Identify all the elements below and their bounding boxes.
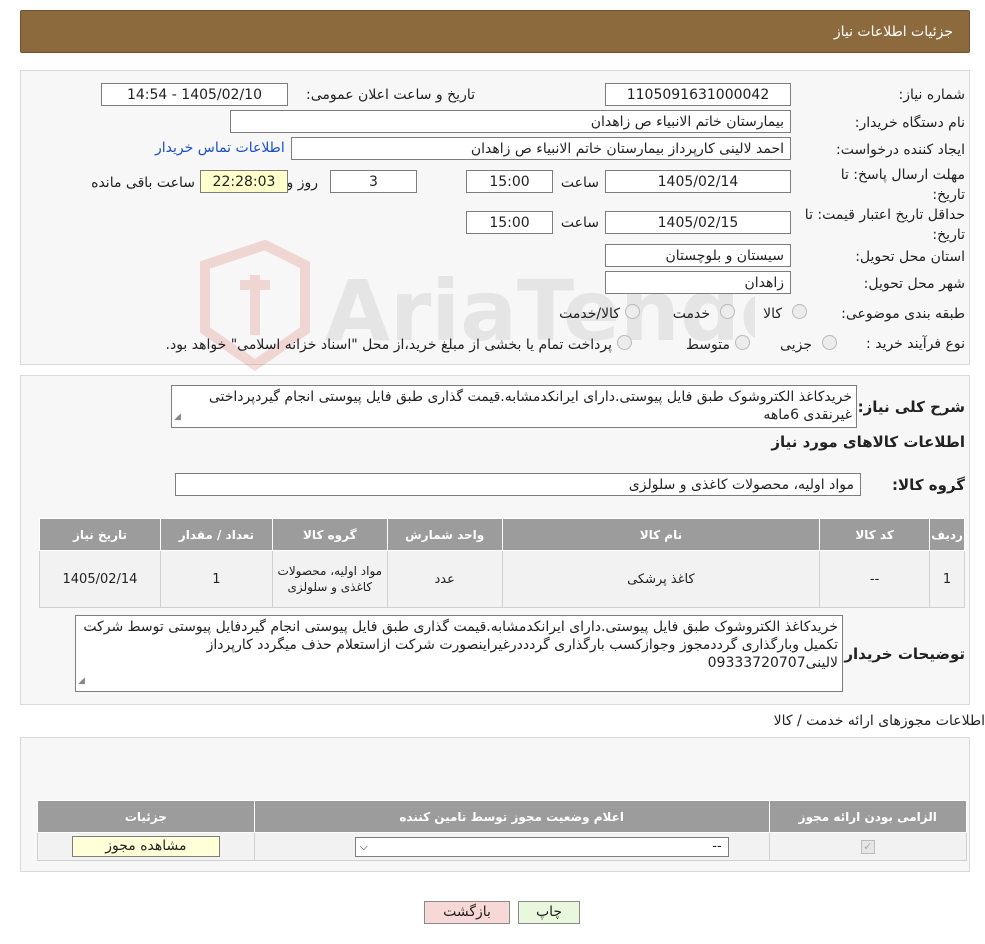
purchase-minor-radio[interactable] <box>822 335 837 350</box>
cell-qty: 1 <box>159 550 273 608</box>
remaining-label: ساعت باقی مانده <box>91 175 195 191</box>
need-number-label: شماره نیاز: <box>898 87 966 103</box>
deadline-label: مهلت ارسال پاسخ: تا تاریخ: <box>840 167 965 203</box>
goods-group-field: مواد اولیه، محصولات کاغذی و سلولزی <box>175 473 861 496</box>
cell-date: 1405/02/14 <box>39 550 161 608</box>
buyer-org-field: بیمارستان خاتم الانبیاء ص زاهدان <box>230 110 791 133</box>
col-group: گروه کالا <box>271 518 388 551</box>
deadline-date-field: 1405/02/14 <box>605 170 791 193</box>
cell-group: مواد اولیه، محصولات کاغذی و سلولزی <box>271 550 388 608</box>
announce-datetime-field: 1405/02/10 - 14:54 <box>101 83 288 106</box>
validity-time-field: 15:00 <box>466 211 553 234</box>
cell-status: -- ⌵ <box>253 832 770 861</box>
col-unit: واحد شمارش <box>386 518 503 551</box>
category-goods-label: کالا <box>763 306 782 322</box>
validity-date-field: 1405/02/15 <box>605 211 791 234</box>
purchase-treasury-radio[interactable] <box>617 335 632 350</box>
col-name: نام کالا <box>501 518 821 551</box>
table-row: ✓ -- ⌵ مشاهده مجوز <box>37 832 968 861</box>
view-permit-button[interactable]: مشاهده مجوز <box>71 836 220 857</box>
print-button[interactable]: چاپ <box>518 901 580 924</box>
category-goods-service-label: کالا/خدمت <box>559 306 620 322</box>
description-text: خریدکاغذ الکتروشوک طبق فایل پیوستی.دارای… <box>171 385 857 428</box>
col-code: کد کالا <box>819 518 931 551</box>
cell-unit: عدد <box>386 550 503 608</box>
deadline-time-field: 15:00 <box>466 170 553 193</box>
remaining-time-field: 22:28:03 <box>200 170 288 193</box>
col-date: تاریخ نیاز <box>39 518 161 551</box>
permits-table-header: الزامی بودن ارائه مجوز اعلام وضعیت مجوز … <box>37 800 968 833</box>
remaining-days-field: 3 <box>330 170 417 193</box>
validity-time-label: ساعت <box>560 215 599 231</box>
requester-field: احمد لالینی کارپرداز بیمارستان خاتم الان… <box>291 137 791 160</box>
chevron-down-icon: ⌵ <box>359 839 368 853</box>
permits-table: الزامی بودن ارائه مجوز اعلام وضعیت مجوز … <box>37 800 968 861</box>
buyer-notes-text: خریدکاغذ الکتروشوک طبق فایل پیوستی.دارای… <box>75 615 843 692</box>
resize-handle-icon[interactable]: ◢ <box>174 408 181 426</box>
purchase-type-label: نوع فرآیند خرید : <box>866 336 965 352</box>
buyer-notes-content: خریدکاغذ الکتروشوک طبق فایل پیوستی.دارای… <box>83 619 838 671</box>
purchase-medium-radio[interactable] <box>735 335 750 350</box>
category-label: طبقه بندی موضوعی: <box>841 306 965 322</box>
validity-label: حداقل تاریخ اعتبار قیمت: تا تاریخ: <box>804 207 965 243</box>
cell-code: -- <box>819 550 931 608</box>
description-label: شرح کلی نیاز: <box>857 398 965 416</box>
cell-row: 1 <box>929 550 965 608</box>
goods-info-title: اطلاعات کالاهای مورد نیاز <box>771 433 965 451</box>
col-required: الزامی بودن ارائه مجوز <box>768 800 968 833</box>
days-label: روز و <box>286 175 319 191</box>
buyer-contact-link[interactable]: اطلاعات تماس خریدار <box>155 140 285 156</box>
description-text-content: خریدکاغذ الکتروشوک طبق فایل پیوستی.دارای… <box>208 389 852 423</box>
col-row: ردیف <box>929 518 965 551</box>
resize-handle-icon[interactable]: ◢ <box>78 672 85 690</box>
table-row: 1 -- کاغذ پرشکی عدد مواد اولیه، محصولات … <box>39 550 965 608</box>
purchase-minor-label: جزیی <box>780 337 812 353</box>
page-header: جزئیات اطلاعات نیاز <box>20 10 970 53</box>
back-button[interactable]: بازگشت <box>424 901 510 924</box>
purchase-note: پرداخت تمام یا بخشی از مبلغ خرید،از محل … <box>165 337 612 353</box>
province-label: استان محل تحویل: <box>855 249 965 265</box>
city-field: زاهدان <box>605 271 791 294</box>
cell-details: مشاهده مجوز <box>37 832 255 861</box>
cell-name: کاغذ پرشکی <box>501 550 821 608</box>
col-details: جزئیات <box>37 800 255 833</box>
required-checkbox[interactable]: ✓ <box>860 840 875 854</box>
category-service-label: خدمت <box>672 306 710 322</box>
col-qty: تعداد / مقدار <box>159 518 273 551</box>
need-number-field: 1105091631000042 <box>605 83 791 106</box>
goods-table-header: ردیف کد کالا نام کالا واحد شمارش گروه کا… <box>39 518 965 551</box>
purchase-medium-label: متوسط <box>686 337 730 353</box>
permits-title: اطلاعات مجوزهای ارائه خدمت / کالا <box>773 713 985 729</box>
category-service-radio[interactable] <box>720 304 735 319</box>
cell-required: ✓ <box>768 832 968 861</box>
announce-label: تاریخ و ساعت اعلان عمومی: <box>306 87 475 103</box>
province-field: سیستان و بلوچستان <box>605 244 791 267</box>
category-goods-radio[interactable] <box>792 304 807 319</box>
goods-group-label: گروه کالا: <box>892 476 965 494</box>
buyer-notes-label: توضیحات خریدار: <box>838 645 965 663</box>
col-status: اعلام وضعیت مجوز توسط تامین کننده <box>253 800 770 833</box>
page-title: جزئیات اطلاعات نیاز <box>833 24 953 40</box>
requester-label: ایجاد کننده درخواست: <box>836 142 965 158</box>
goods-table: ردیف کد کالا نام کالا واحد شمارش گروه کا… <box>39 518 965 608</box>
category-goods-service-radio[interactable] <box>625 304 640 319</box>
buyer-org-label: نام دستگاه خریدار: <box>854 115 965 131</box>
city-label: شهر محل تحویل: <box>863 276 965 292</box>
permit-status-select[interactable]: -- ⌵ <box>354 836 729 857</box>
permit-status-value: -- <box>712 838 722 854</box>
deadline-time-label: ساعت <box>560 175 599 191</box>
